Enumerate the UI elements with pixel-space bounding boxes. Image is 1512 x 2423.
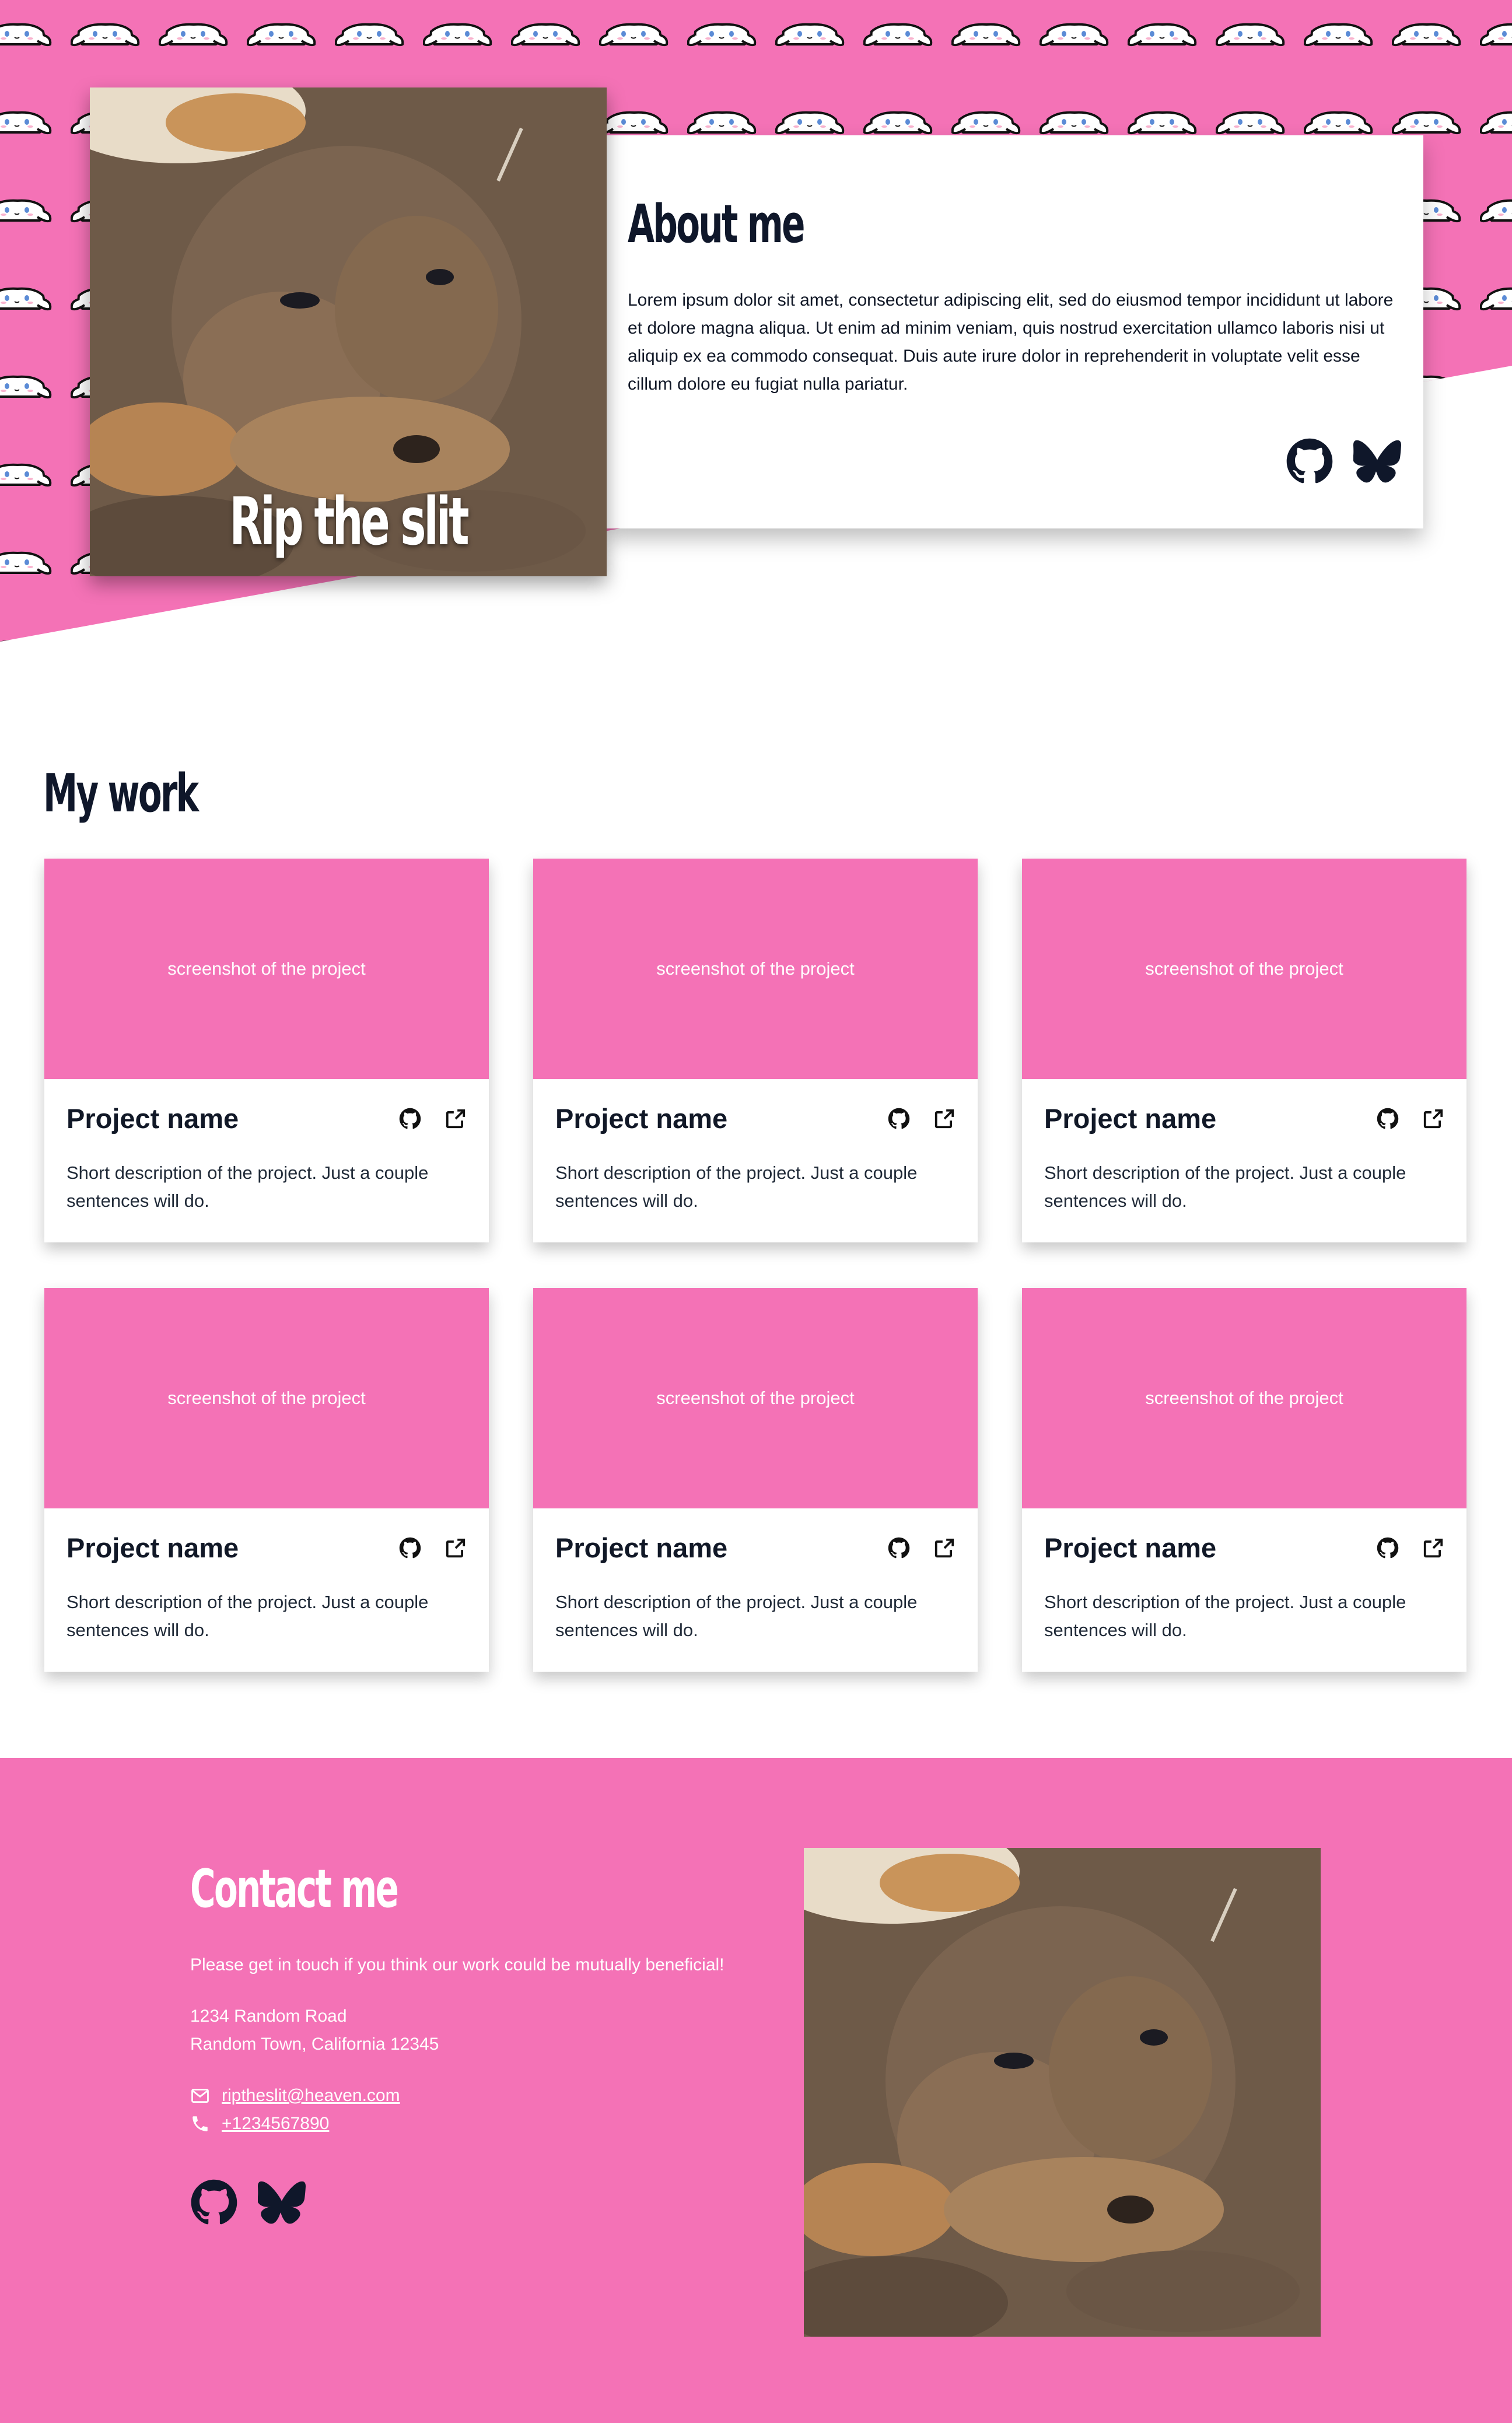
contact-social-links (190, 2179, 797, 2226)
external-link-icon[interactable] (1422, 1537, 1444, 1559)
github-icon[interactable] (1377, 1537, 1399, 1559)
project-card: screenshot of the project Project name S… (1022, 1288, 1466, 1672)
project-screenshot: screenshot of the project (1022, 859, 1466, 1079)
github-icon[interactable] (1377, 1108, 1399, 1130)
project-description: Short description of the project. Just a… (1044, 1592, 1406, 1640)
github-icon[interactable] (888, 1108, 910, 1130)
contact-section: Contact me Please get in touch if you th… (0, 1758, 1512, 2423)
project-card: screenshot of the project Project name S… (533, 1288, 978, 1672)
project-description: Short description of the project. Just a… (555, 1592, 918, 1640)
address-line-1: 1234 Random Road (190, 2007, 347, 2026)
about-card: About me Lorem ipsum dolor sit amet, con… (607, 135, 1423, 528)
project-card: screenshot of the project Project name S… (44, 1288, 489, 1672)
contact-title: Contact me (190, 1858, 399, 1920)
project-description: Short description of the project. Just a… (66, 1592, 429, 1640)
mail-icon (190, 2086, 210, 2106)
contact-address: 1234 Random Road Random Town, California… (190, 2002, 797, 2058)
phone-link[interactable]: +1234567890 (222, 2110, 329, 2138)
hero-name: Rip the slit (229, 484, 469, 560)
project-card: screenshot of the project Project name S… (1022, 859, 1466, 1242)
github-icon[interactable] (190, 2179, 238, 2226)
project-card: screenshot of the project Project name S… (44, 859, 489, 1242)
project-name: Project name (66, 1532, 239, 1563)
github-icon[interactable] (399, 1537, 421, 1559)
email-link[interactable]: riptheslit@heaven.com (222, 2082, 400, 2110)
contact-links: riptheslit@heaven.com +1234567890 (190, 2082, 797, 2138)
project-name: Project name (1044, 1103, 1217, 1134)
project-screenshot: screenshot of the project (533, 1288, 978, 1508)
bluesky-icon[interactable] (1353, 437, 1401, 485)
project-card: screenshot of the project Project name S… (533, 859, 978, 1242)
project-screenshot: screenshot of the project (1022, 1288, 1466, 1508)
work-title: My work (43, 763, 199, 824)
project-screenshot: screenshot of the project (533, 859, 978, 1079)
external-link-icon[interactable] (444, 1108, 467, 1130)
project-screenshot: screenshot of the project (44, 859, 489, 1079)
external-link-icon[interactable] (444, 1537, 467, 1559)
github-icon[interactable] (1286, 437, 1334, 485)
about-text: Lorem ipsum dolor sit amet, consectetur … (628, 290, 1394, 394)
phone-icon (190, 2114, 210, 2134)
contact-photo (804, 1848, 1321, 2337)
puppy-photo (804, 1848, 1321, 2337)
about-title: About me (628, 194, 805, 255)
bluesky-icon[interactable] (258, 2179, 306, 2226)
hero-photo: Rip the slit (90, 87, 607, 576)
address-line-2: Random Town, California 12345 (190, 2035, 439, 2054)
project-screenshot: screenshot of the project (44, 1288, 489, 1508)
external-link-icon[interactable] (933, 1108, 956, 1130)
project-grid: screenshot of the project Project name S… (44, 859, 1468, 1672)
project-name: Project name (66, 1103, 239, 1134)
project-name: Project name (1044, 1532, 1217, 1563)
project-name: Project name (555, 1103, 728, 1134)
project-description: Short description of the project. Just a… (66, 1163, 429, 1211)
about-social-links (1286, 437, 1401, 485)
project-name: Project name (555, 1532, 728, 1563)
external-link-icon[interactable] (1422, 1108, 1444, 1130)
contact-text: Please get in touch if you think our wor… (190, 1955, 724, 1974)
project-description: Short description of the project. Just a… (555, 1163, 918, 1211)
github-icon[interactable] (888, 1537, 910, 1559)
external-link-icon[interactable] (933, 1537, 956, 1559)
github-icon[interactable] (399, 1108, 421, 1130)
project-description: Short description of the project. Just a… (1044, 1163, 1406, 1211)
